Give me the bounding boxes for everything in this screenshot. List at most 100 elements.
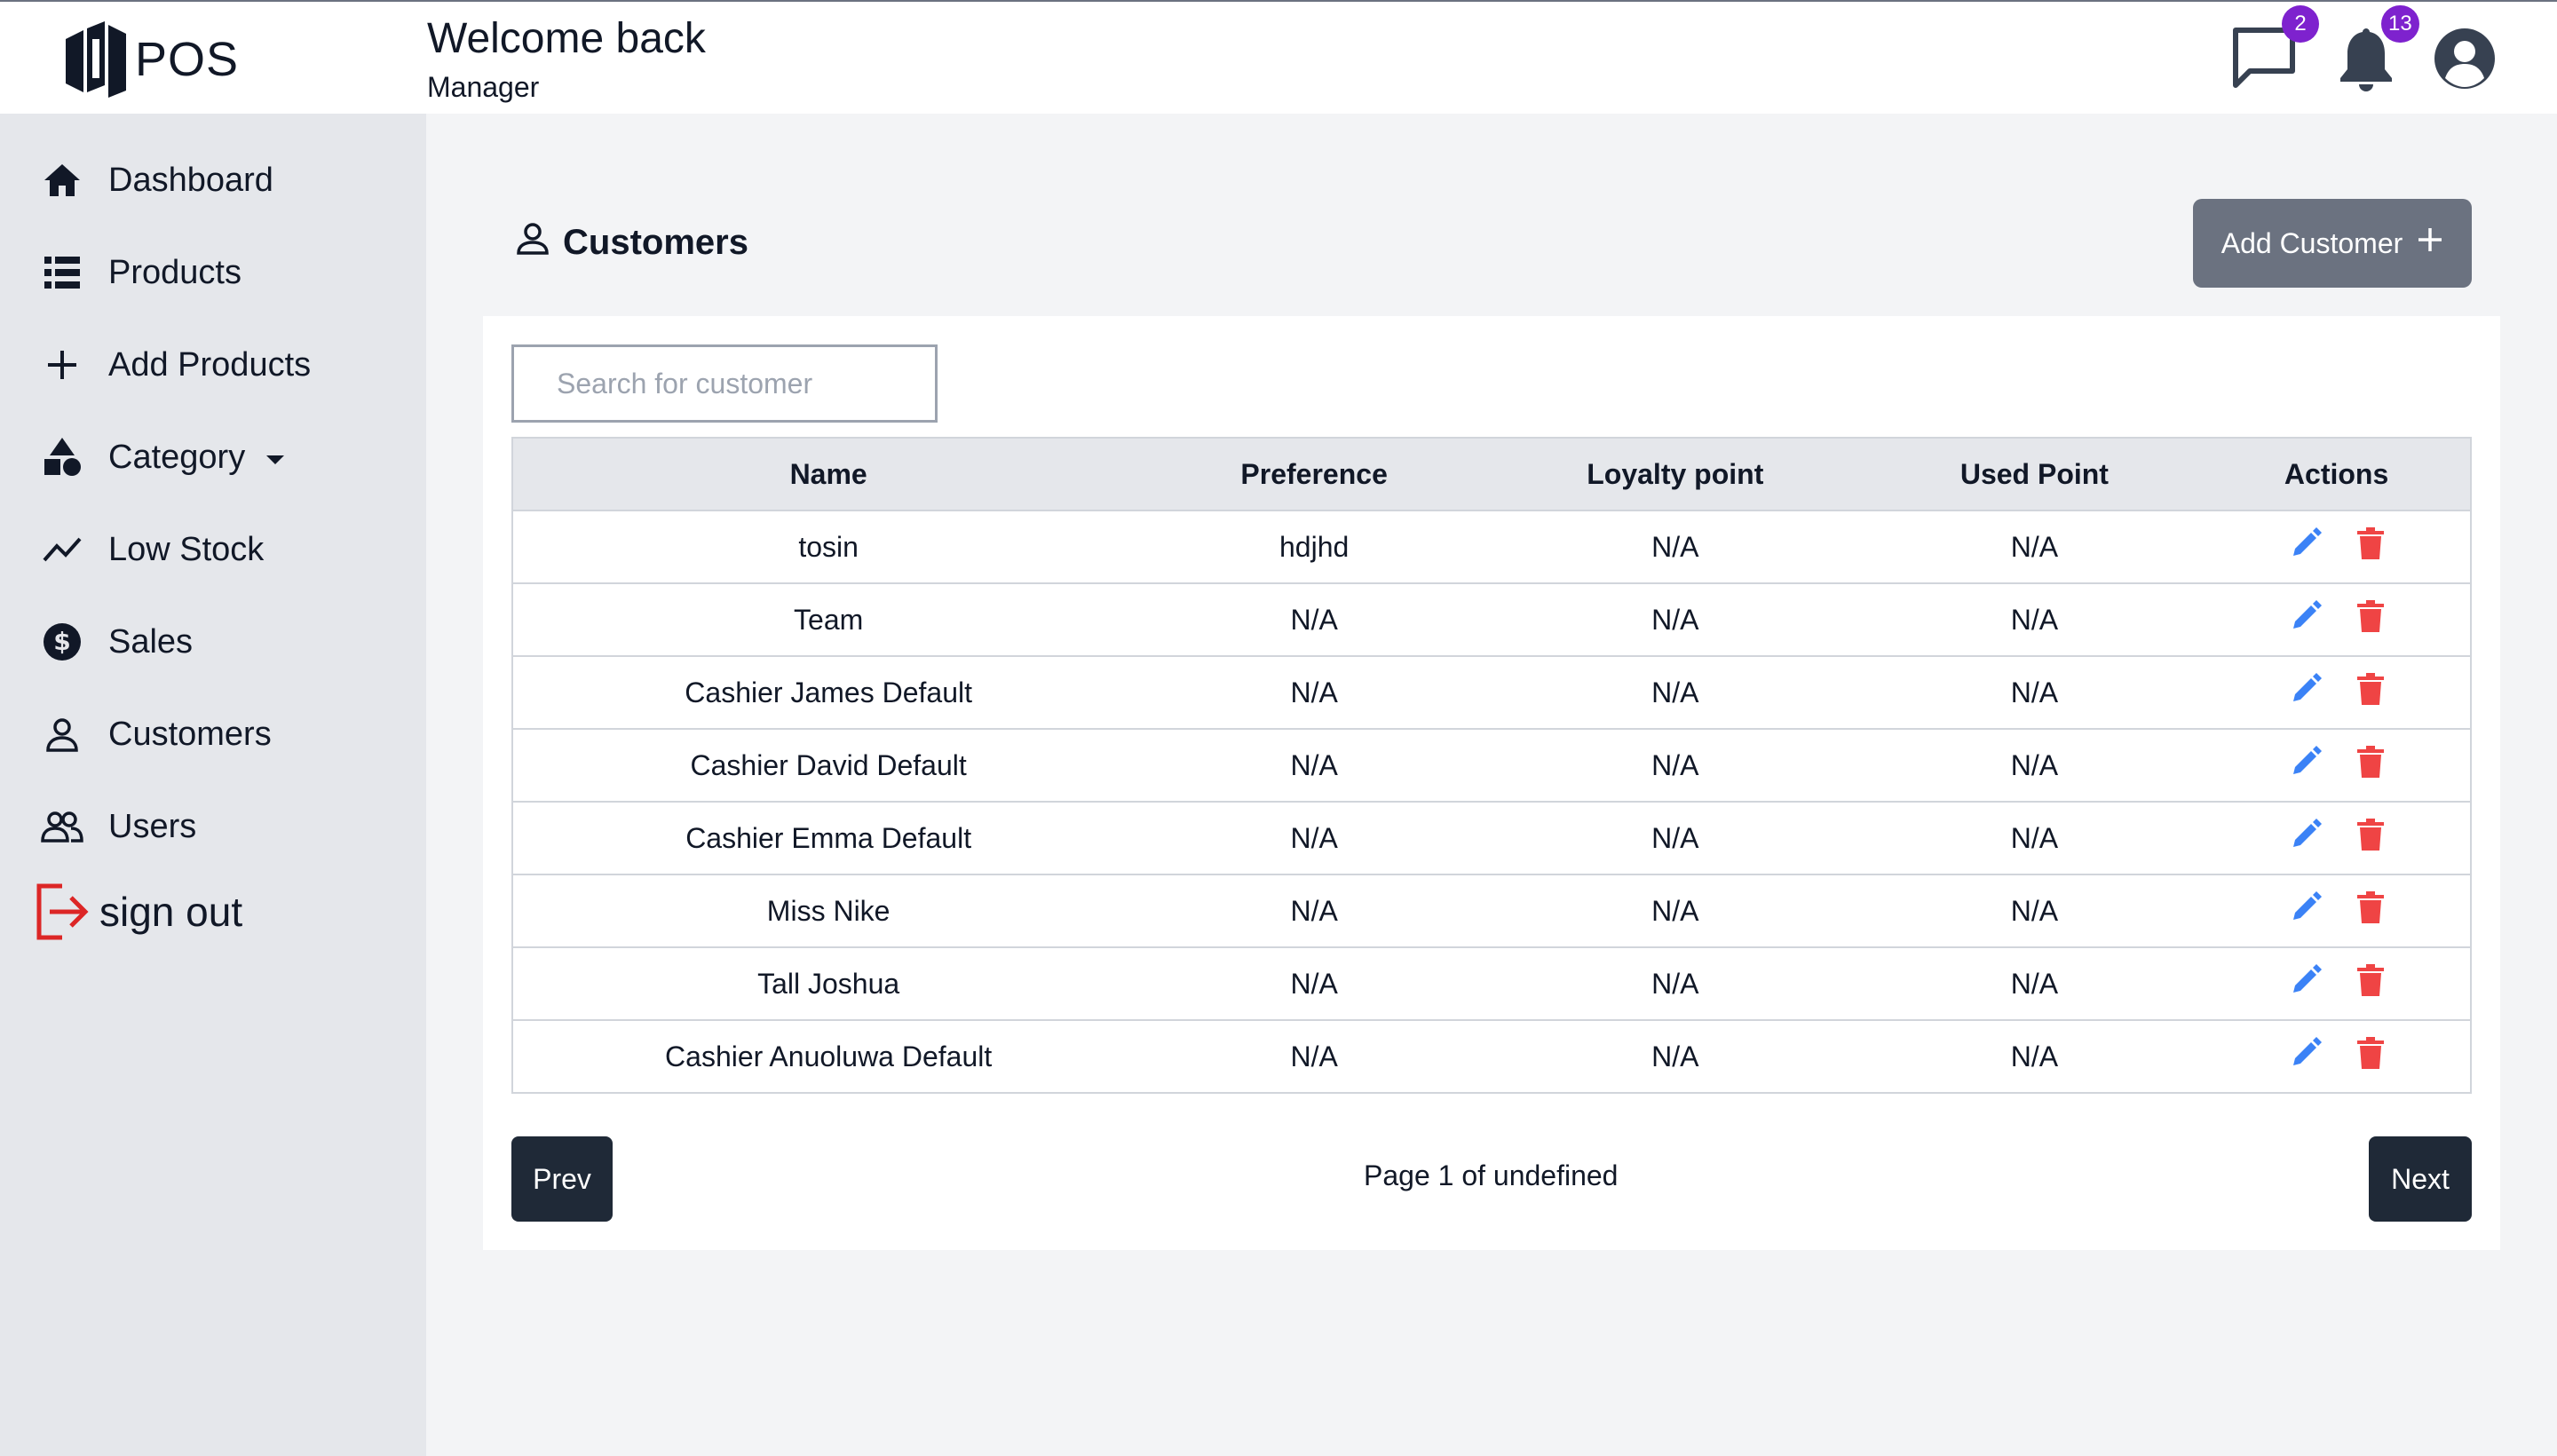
sidebar-item-users[interactable]: Users [36,795,196,858]
page-title-text: Customers [563,222,748,262]
sidebar-item-sign-out[interactable]: sign out [36,881,242,943]
edit-icon[interactable] [2290,964,2322,1003]
cell-used: N/A [2010,530,2059,563]
sidebar-item-label: Customers [108,715,272,753]
cell-loyalty: N/A [1651,530,1699,563]
welcome-title: Welcome back [427,15,706,62]
next-button[interactable]: Next [2369,1136,2472,1222]
column-header-loyalty[interactable]: Loyalty point [1484,437,1866,511]
cell-loyalty: N/A [1651,1040,1699,1072]
cell-name: Tall Joshua [757,967,900,1000]
table-row: Cashier Emma Default N/A N/A N/A [512,802,2471,874]
delete-icon[interactable] [2356,673,2384,712]
edit-icon[interactable] [2290,1037,2322,1076]
cell-used: N/A [2010,748,2059,781]
cell-loyalty: N/A [1651,894,1699,927]
avatar-icon [2434,28,2495,89]
delete-icon[interactable] [2356,527,2384,566]
cell-used: N/A [2010,676,2059,708]
column-header-actions: Actions [2203,437,2471,511]
cell-name: tosin [798,530,859,563]
edit-icon[interactable] [2290,891,2322,930]
table-header-row: Name Preference Loyalty point Used Point… [512,437,2471,511]
delete-icon[interactable] [2356,819,2384,858]
user-icon [515,220,550,265]
notifications-badge: 13 [2381,5,2419,43]
cell-preference: N/A [1290,748,1338,781]
sidebar-item-products[interactable]: Products [36,241,241,304]
table-row: Cashier Anuoluwa Default N/A N/A N/A [512,1020,2471,1093]
svg-text:$: $ [53,627,70,656]
cell-used: N/A [2010,967,2059,1000]
cell-used: N/A [2010,603,2059,636]
sidebar-item-label: Category [108,438,246,476]
cell-actions [2203,510,2471,583]
sidebar-item-label: Sales [108,622,194,661]
cell-used: N/A [2010,1040,2059,1072]
prev-button[interactable]: Prev [511,1136,613,1222]
cell-actions [2203,802,2471,874]
cell-name: Cashier James Default [685,676,972,708]
cell-preference: N/A [1290,676,1338,708]
cell-preference: N/A [1290,894,1338,927]
logo-text: POS [135,33,240,86]
profile-button[interactable] [2433,27,2497,95]
table-row: Tall Joshua N/A N/A N/A [512,947,2471,1020]
edit-icon[interactable] [2290,819,2322,858]
cell-used: N/A [2010,821,2059,854]
sidebar-item-low-stock[interactable]: Low Stock [36,518,264,581]
column-header-preference[interactable]: Preference [1144,437,1484,511]
add-customer-label: Add Customer [2221,226,2403,259]
home-icon [36,154,89,207]
row-actions [2203,891,2470,930]
delete-icon[interactable] [2356,964,2384,1003]
cell-name: Miss Nike [766,894,891,927]
chevron-down-icon [265,439,286,477]
row-actions [2203,527,2470,566]
cell-actions [2203,656,2471,729]
delete-icon[interactable] [2356,891,2384,930]
table-row: Cashier James Default N/A N/A N/A [512,656,2471,729]
cell-preference: N/A [1290,603,1338,636]
delete-icon[interactable] [2356,746,2384,785]
cell-preference: N/A [1290,1040,1338,1072]
row-actions [2203,600,2470,639]
table-row: tosin hdjhd N/A N/A [512,510,2471,583]
column-header-used[interactable]: Used Point [1865,437,2204,511]
cell-name: Team [794,603,864,636]
edit-icon[interactable] [2290,673,2322,712]
pos-logo-icon [66,21,126,98]
cell-preference: N/A [1290,821,1338,854]
row-actions [2203,819,2470,858]
sidebar [0,114,426,1456]
row-actions [2203,746,2470,785]
sidebar-item-label: Users [108,807,197,845]
edit-icon[interactable] [2290,600,2322,639]
shapes-icon [36,431,89,484]
add-customer-button[interactable]: Add Customer [2193,199,2472,288]
cell-used: N/A [2010,894,2059,927]
trend-icon [36,523,89,576]
cell-actions [2203,874,2471,947]
sidebar-item-customers[interactable]: Customers [36,703,272,765]
column-header-name[interactable]: Name [512,437,1144,511]
edit-icon[interactable] [2290,527,2322,566]
delete-icon[interactable] [2356,1037,2384,1076]
sidebar-item-dashboard[interactable]: Dashboard [36,149,273,211]
app-logo[interactable]: POS [62,21,239,98]
welcome-block: Welcome back Manager [427,14,706,104]
sidebar-item-category[interactable]: Category [36,426,286,488]
cell-loyalty: N/A [1651,748,1699,781]
search-input[interactable] [511,344,938,423]
plus-icon [36,338,89,392]
sidebar-item-add-products[interactable]: Add Products [36,334,311,396]
cell-name: Cashier David Default [690,748,967,781]
edit-icon[interactable] [2290,746,2322,785]
sidebar-item-label: Dashboard [108,161,273,199]
sidebar-item-label: Products [108,253,241,291]
delete-icon[interactable] [2356,600,2384,639]
page-title: Customers [515,220,748,265]
table-row: Miss Nike N/A N/A N/A [512,874,2471,947]
sidebar-item-sales[interactable]: $ Sales [36,611,193,673]
sidebar-item-label: Low Stock [108,530,265,568]
